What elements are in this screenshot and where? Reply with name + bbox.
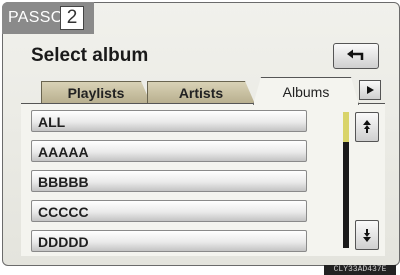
figure-code: CLY33AD437E: [324, 265, 396, 275]
list-item-ccccc[interactable]: CCCCC: [31, 200, 307, 222]
display-screen: Select album Playlists Artists Albums AL…: [2, 2, 400, 266]
scroll-down-button[interactable]: [355, 220, 379, 250]
album-list: ALL AAAAA BBBBB CCCCC DDDDD: [21, 103, 385, 256]
tabs-next-button[interactable]: [359, 80, 381, 100]
tab-label: Playlists: [67, 85, 125, 101]
stage-label: PASSO 2: [2, 2, 94, 34]
back-button[interactable]: [333, 43, 379, 69]
scrollbar-thumb[interactable]: [343, 112, 349, 142]
tab-label: Albums: [282, 83, 330, 100]
triangle-right-icon: [367, 86, 374, 94]
list-item-aaaaa[interactable]: AAAAA: [31, 140, 307, 162]
tab-albums[interactable]: Albums: [253, 77, 359, 105]
scroll-up-button[interactable]: [355, 112, 379, 142]
list-item-bbbbb[interactable]: BBBBB: [31, 170, 307, 192]
page-title: Select album: [31, 45, 149, 66]
title-bar: Select album: [21, 41, 385, 71]
stage-name: PASSO: [8, 9, 64, 26]
tab-bar: Playlists Artists Albums: [41, 77, 381, 103]
stage-number: 2: [60, 6, 84, 30]
tab-artists[interactable]: Artists: [147, 81, 255, 104]
back-arrow-icon: [347, 49, 364, 60]
scroll-up-icon: [363, 120, 371, 133]
list-item-all[interactable]: ALL: [31, 110, 307, 132]
list-item-ddddd[interactable]: DDDDD: [31, 230, 307, 252]
tab-playlists[interactable]: Playlists: [41, 81, 151, 104]
tab-label: Artists: [178, 85, 224, 101]
scroll-down-icon: [363, 229, 371, 242]
